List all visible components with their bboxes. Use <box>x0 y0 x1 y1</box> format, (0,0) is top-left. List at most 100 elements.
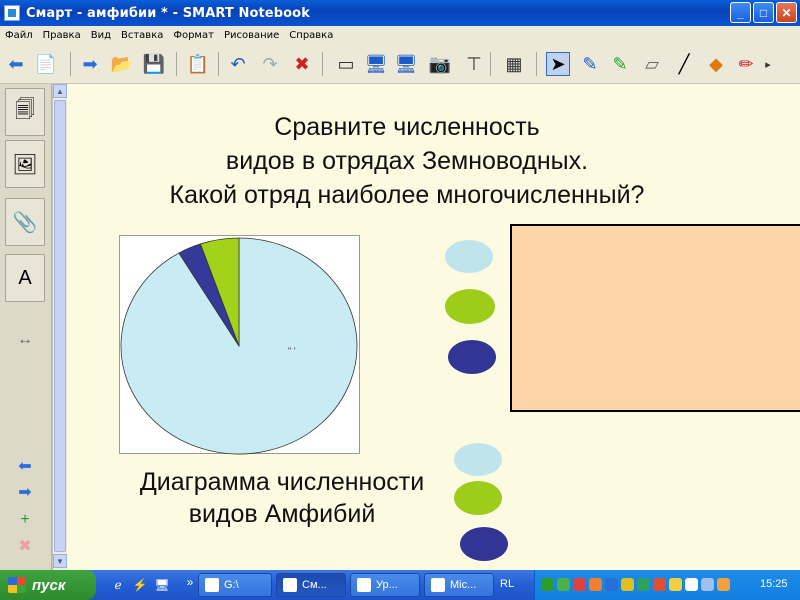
save-icon[interactable]: 💾 <box>142 52 166 76</box>
language-indicator[interactable]: RL <box>500 578 514 590</box>
taskbar: пуск ℯ ⚡ 🖥 » G:\ См... Ур... Mic... RL 15:25 <box>0 570 800 600</box>
page-sorter-icon[interactable]: 🗐 <box>5 88 45 136</box>
toolbar: ⬅ 📄 ➡ 📂 💾 📋 ↶ ↷ ✖ ▭ 🖥 🖥 📷 ⊤ ▦ ➤ ✎ ✎ ▱ ╱ ◆ ✏ ▸ <box>0 44 800 84</box>
task-label: Ур... <box>376 579 398 591</box>
close-button[interactable]: ✕ <box>776 2 797 23</box>
media-icon[interactable]: ⚡ <box>132 577 148 593</box>
toolbar-separator <box>70 52 71 76</box>
color-oval[interactable] <box>454 443 502 476</box>
menu-insert[interactable]: Вставка <box>116 30 168 41</box>
quicklaunch-chevron-icon[interactable]: » <box>182 574 198 590</box>
tray-icon[interactable] <box>557 578 570 591</box>
windows-logo-icon <box>8 577 26 593</box>
tray-icon[interactable] <box>605 578 618 591</box>
desktop-icon[interactable]: 🖥 <box>154 577 170 593</box>
full-screen-icon[interactable]: 🖥 <box>364 52 388 76</box>
magic-pen-icon[interactable]: ✏ <box>734 52 758 76</box>
answer-box[interactable] <box>510 224 800 412</box>
task-powerpoint[interactable]: Mic... <box>424 573 494 597</box>
caption-line: Диаграмма численности <box>139 468 425 496</box>
pie-chart[interactable]: " ’ <box>119 235 360 455</box>
add-page-icon[interactable]: + <box>12 510 38 530</box>
pie-slice-label: " ’ <box>288 346 296 356</box>
tray-icon[interactable] <box>589 578 602 591</box>
vertical-scrollbar[interactable]: ▲ ▼ <box>52 84 67 570</box>
gallery-icon[interactable]: 🖼 <box>5 140 45 188</box>
task-app-icon <box>431 578 445 592</box>
scroll-down-arrow[interactable]: ▼ <box>53 554 67 568</box>
screen-shade-icon[interactable]: ▭ <box>334 52 358 76</box>
color-oval[interactable] <box>460 527 508 561</box>
question-line: Какой отряд наиболее многочисленный? <box>169 181 645 209</box>
chart-caption[interactable]: Диаграмма численности видов Амфибий <box>87 466 477 530</box>
shapes-icon[interactable]: ◆ <box>704 52 728 76</box>
tray-icon[interactable] <box>541 578 554 591</box>
color-oval[interactable] <box>445 289 495 324</box>
question-line: Сравните численность <box>274 113 540 141</box>
menu-format[interactable]: Формат <box>168 30 219 41</box>
tray-icon[interactable] <box>637 578 650 591</box>
app-icon <box>4 5 20 21</box>
move-sidebar-icon[interactable]: ↔ <box>12 330 38 350</box>
table-icon[interactable]: ▦ <box>502 52 526 76</box>
document-camera-icon[interactable]: ⊤ <box>462 52 486 76</box>
tray-icon[interactable] <box>653 578 666 591</box>
menu-edit[interactable]: Правка <box>38 30 86 41</box>
tray-icon[interactable] <box>573 578 586 591</box>
start-label: пуск <box>32 576 66 594</box>
question-text[interactable]: Сравните численность видов в отрядах Зем… <box>137 110 677 212</box>
task-app-icon <box>357 578 371 592</box>
start-button[interactable]: пуск <box>0 570 96 600</box>
clock[interactable]: 15:25 <box>760 578 788 590</box>
capture-icon[interactable]: 📷 <box>428 52 452 76</box>
add-page-icon[interactable]: 📄 <box>34 52 58 76</box>
open-folder-icon[interactable]: 📂 <box>110 52 134 76</box>
notebook-page[interactable]: Сравните численность видов в отрядах Зем… <box>67 84 800 570</box>
color-oval[interactable] <box>445 240 493 273</box>
color-oval[interactable] <box>454 481 502 515</box>
attachments-icon[interactable]: 📎 <box>5 198 45 246</box>
delete-page-icon[interactable]: ✖ <box>12 536 38 556</box>
previous-page-icon[interactable]: ⬅ <box>12 456 38 476</box>
line-icon[interactable]: ╱ <box>672 52 696 76</box>
properties-icon[interactable]: A <box>5 254 45 302</box>
menu-draw[interactable]: Рисование <box>219 30 284 41</box>
more-icon[interactable]: ▸ <box>762 52 774 76</box>
creative-pen-icon[interactable]: ✎ <box>608 52 632 76</box>
back-icon[interactable]: ⬅ <box>4 52 28 76</box>
eraser-icon[interactable]: ▱ <box>640 52 664 76</box>
color-oval[interactable] <box>448 340 496 374</box>
paste-icon[interactable]: 📋 <box>186 52 210 76</box>
select-icon[interactable]: ➤ <box>546 52 570 76</box>
tray-icon[interactable] <box>717 578 730 591</box>
tray-icon[interactable] <box>669 578 682 591</box>
pie-chart-svg: " ’ <box>120 237 358 455</box>
menu-bar: Файл Правка Вид Вставка Формат Рисование… <box>0 26 800 44</box>
delete-icon[interactable]: ✖ <box>290 52 314 76</box>
tray-icon[interactable] <box>621 578 634 591</box>
pen-icon[interactable]: ✎ <box>578 52 602 76</box>
tray-icon[interactable] <box>685 578 698 591</box>
redo-icon[interactable]: ↷ <box>258 52 282 76</box>
tray-icon[interactable] <box>701 578 714 591</box>
menu-file[interactable]: Файл <box>0 30 38 41</box>
task-smart-notebook[interactable]: См... <box>276 573 346 597</box>
caption-line: видов Амфибий <box>188 500 376 528</box>
task-app-icon <box>205 578 219 592</box>
menu-view[interactable]: Вид <box>86 30 116 41</box>
next-page-icon[interactable]: ➡ <box>12 482 38 502</box>
scroll-up-arrow[interactable]: ▲ <box>53 84 67 98</box>
minimize-button[interactable]: _ <box>730 2 751 23</box>
question-line: видов в отрядах Земноводных. <box>225 147 589 175</box>
undo-icon[interactable]: ↶ <box>226 52 250 76</box>
menu-help[interactable]: Справка <box>284 30 338 41</box>
task-word-lesson[interactable]: Ур... <box>350 573 420 597</box>
dual-page-icon[interactable]: 🖥 <box>394 52 418 76</box>
forward-icon[interactable]: ➡ <box>78 52 102 76</box>
toolbar-separator <box>176 52 177 76</box>
scroll-thumb[interactable] <box>54 100 66 552</box>
task-drive-g[interactable]: G:\ <box>198 573 272 597</box>
task-label: См... <box>302 579 327 591</box>
maximize-button[interactable]: □ <box>753 2 774 23</box>
ie-icon[interactable]: ℯ <box>110 577 126 593</box>
